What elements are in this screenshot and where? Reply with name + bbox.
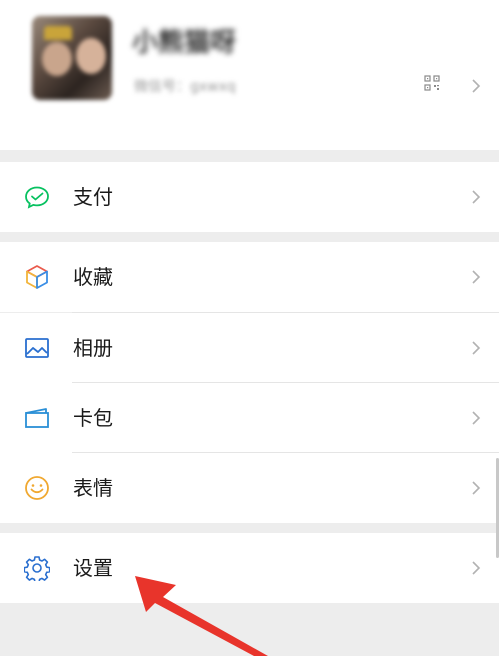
- profile-nickname: 小熊猫呀: [132, 28, 237, 58]
- gear-icon: [24, 556, 50, 581]
- qr-code-icon[interactable]: [424, 75, 440, 91]
- chevron-right-icon: [472, 270, 481, 284]
- menu-item-label: 设置: [73, 556, 113, 580]
- image-icon: [25, 338, 49, 358]
- chevron-right-icon: [472, 481, 481, 495]
- menu-item-label: 表情: [73, 476, 113, 500]
- menu-item-settings[interactable]: 设置: [0, 533, 499, 603]
- menu-item-label: 相册: [73, 336, 113, 360]
- menu-item-pay[interactable]: 支付: [0, 162, 499, 232]
- menu-item-stickers[interactable]: 表情: [0, 453, 499, 523]
- avatar[interactable]: [32, 16, 112, 100]
- menu-item-cards[interactable]: 卡包: [0, 383, 499, 453]
- cube-icon: [26, 265, 48, 289]
- smiley-icon: [25, 476, 49, 500]
- chevron-right-icon: [472, 411, 481, 425]
- card-icon: [25, 408, 49, 428]
- menu-item-label: 支付: [73, 185, 113, 209]
- chevron-right-icon: [472, 561, 481, 575]
- profile-wechat-id: 微信号：gxwxq: [134, 79, 236, 95]
- menu-item-album[interactable]: 相册: [0, 313, 499, 383]
- menu-item-favorites[interactable]: 收藏: [0, 242, 499, 312]
- menu-item-label: 卡包: [73, 406, 113, 430]
- wechat-pay-icon: [25, 186, 49, 209]
- chevron-right-icon: [472, 341, 481, 355]
- profile-header[interactable]: 小熊猫呀 微信号：gxwxq: [0, 0, 499, 150]
- menu-item-label: 收藏: [73, 265, 113, 289]
- chevron-right-icon: [472, 190, 481, 204]
- chevron-right-icon: [472, 79, 481, 93]
